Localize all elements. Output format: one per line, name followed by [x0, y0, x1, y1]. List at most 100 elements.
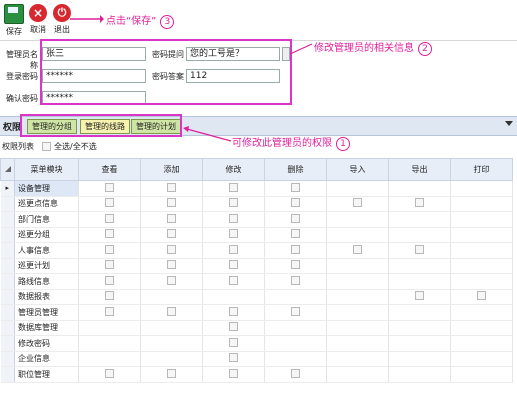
table-row[interactable]: 路线信息 [0, 273, 513, 290]
header-export[interactable]: 导出 [388, 158, 451, 181]
menu-module-cell: 设备管理 [14, 180, 79, 197]
permission-checkbox[interactable] [105, 198, 114, 208]
permission-checkbox[interactable] [105, 291, 114, 301]
permission-checkbox[interactable] [105, 213, 114, 223]
row-header-cell[interactable] [0, 335, 15, 352]
permission-checkbox[interactable] [291, 260, 300, 270]
permission-checkbox[interactable] [167, 368, 176, 378]
permission-checkbox[interactable] [477, 291, 486, 301]
header-delete[interactable]: 删除 [264, 158, 327, 181]
table-row[interactable]: 修改密码 [0, 335, 513, 352]
permission-checkbox[interactable] [167, 182, 176, 192]
annotation-save-text: 点击“保存” [106, 16, 157, 27]
corner-triangle-icon [4, 166, 11, 172]
permission-cell [450, 211, 513, 228]
header-view[interactable]: 查看 [78, 158, 141, 181]
table-row[interactable]: ▸ 设备管理 [0, 180, 513, 197]
permission-checkbox[interactable] [291, 368, 300, 378]
row-header-cell[interactable] [0, 351, 15, 367]
permission-cell [450, 320, 513, 336]
collapse-arrow-icon[interactable] [505, 121, 513, 126]
row-header-cell[interactable] [0, 227, 15, 243]
permission-checkbox[interactable] [105, 244, 114, 254]
header-print[interactable]: 打印 [450, 158, 513, 181]
header-edit[interactable]: 修改 [202, 158, 265, 181]
row-header-cell[interactable] [0, 273, 15, 290]
permission-checkbox[interactable] [167, 198, 176, 208]
row-header-cell[interactable] [0, 304, 15, 321]
row-header-cell[interactable] [0, 258, 15, 274]
permission-checkbox[interactable] [167, 275, 176, 285]
exit-icon: ⏻ [53, 4, 71, 22]
permission-cell [264, 335, 327, 352]
permission-checkbox[interactable] [291, 306, 300, 316]
permission-checkbox[interactable] [291, 213, 300, 223]
permission-checkbox[interactable] [229, 306, 238, 316]
row-header-cell[interactable]: ▸ [0, 180, 15, 197]
table-row[interactable]: 数据报表 [0, 289, 513, 305]
permission-cell [78, 304, 141, 321]
table-row[interactable]: 人事信息 [0, 242, 513, 259]
row-header-cell[interactable] [0, 320, 15, 336]
row-header-cell[interactable] [0, 366, 15, 383]
permission-checkbox[interactable] [353, 244, 362, 254]
permission-checkbox[interactable] [229, 368, 238, 378]
permission-checkbox[interactable] [167, 229, 176, 239]
permission-cell [202, 289, 265, 305]
permission-checkbox[interactable] [291, 275, 300, 285]
permission-checkbox[interactable] [229, 337, 238, 347]
permission-checkbox[interactable] [415, 244, 424, 254]
permission-checkbox[interactable] [229, 353, 238, 363]
table-row[interactable]: 巡更点信息 [0, 196, 513, 212]
row-header-cell[interactable] [0, 196, 15, 212]
permission-checkbox[interactable] [291, 229, 300, 239]
save-button[interactable]: 保存 [2, 4, 26, 37]
table-row[interactable]: 职位管理 [0, 366, 513, 383]
row-header-cell[interactable] [0, 289, 15, 305]
permission-checkbox[interactable] [291, 182, 300, 192]
table-row[interactable]: 企业信息 [0, 351, 513, 367]
permission-checkbox[interactable] [105, 229, 114, 239]
save-icon [4, 4, 24, 24]
permission-checkbox[interactable] [105, 182, 114, 192]
cancel-button[interactable]: × 取消 [26, 4, 50, 35]
row-header-cell[interactable] [0, 242, 15, 259]
header-add[interactable]: 添加 [140, 158, 203, 181]
permission-cell [264, 180, 327, 197]
permission-checkbox[interactable] [229, 244, 238, 254]
select-all-checkbox[interactable] [42, 142, 51, 151]
permission-checkbox[interactable] [229, 213, 238, 223]
permission-cell [450, 258, 513, 274]
row-header-cell[interactable] [0, 211, 15, 228]
permission-checkbox[interactable] [229, 260, 238, 270]
table-row[interactable]: 部门信息 [0, 211, 513, 228]
header-import[interactable]: 导入 [326, 158, 389, 181]
permission-checkbox[interactable] [415, 198, 424, 208]
permission-checkbox[interactable] [291, 244, 300, 254]
select-all-label: 全选/全不选 [54, 142, 97, 151]
header-menu-module[interactable]: 菜单模块 [14, 158, 79, 181]
table-row[interactable]: 管理员管理 [0, 304, 513, 321]
permission-checkbox[interactable] [229, 275, 238, 285]
permission-checkbox[interactable] [229, 198, 238, 208]
permission-checkbox[interactable] [105, 306, 114, 316]
permission-checkbox[interactable] [291, 198, 300, 208]
permission-checkbox[interactable] [229, 182, 238, 192]
permission-checkbox[interactable] [229, 322, 238, 332]
permission-checkbox[interactable] [353, 198, 362, 208]
permission-checkbox[interactable] [229, 229, 238, 239]
permission-checkbox[interactable] [415, 291, 424, 301]
permission-checkbox[interactable] [167, 244, 176, 254]
permission-cell [326, 366, 389, 383]
permission-cell [326, 242, 389, 259]
permission-checkbox[interactable] [167, 306, 176, 316]
permission-checkbox[interactable] [105, 368, 114, 378]
permission-cell [388, 227, 451, 243]
table-row[interactable]: 巡更分组 [0, 227, 513, 243]
permission-checkbox[interactable] [167, 260, 176, 270]
table-row[interactable]: 巡更计划 [0, 258, 513, 274]
permission-checkbox[interactable] [105, 260, 114, 270]
table-row[interactable]: 数据库管理 [0, 320, 513, 336]
permission-checkbox[interactable] [105, 275, 114, 285]
permission-checkbox[interactable] [167, 213, 176, 223]
